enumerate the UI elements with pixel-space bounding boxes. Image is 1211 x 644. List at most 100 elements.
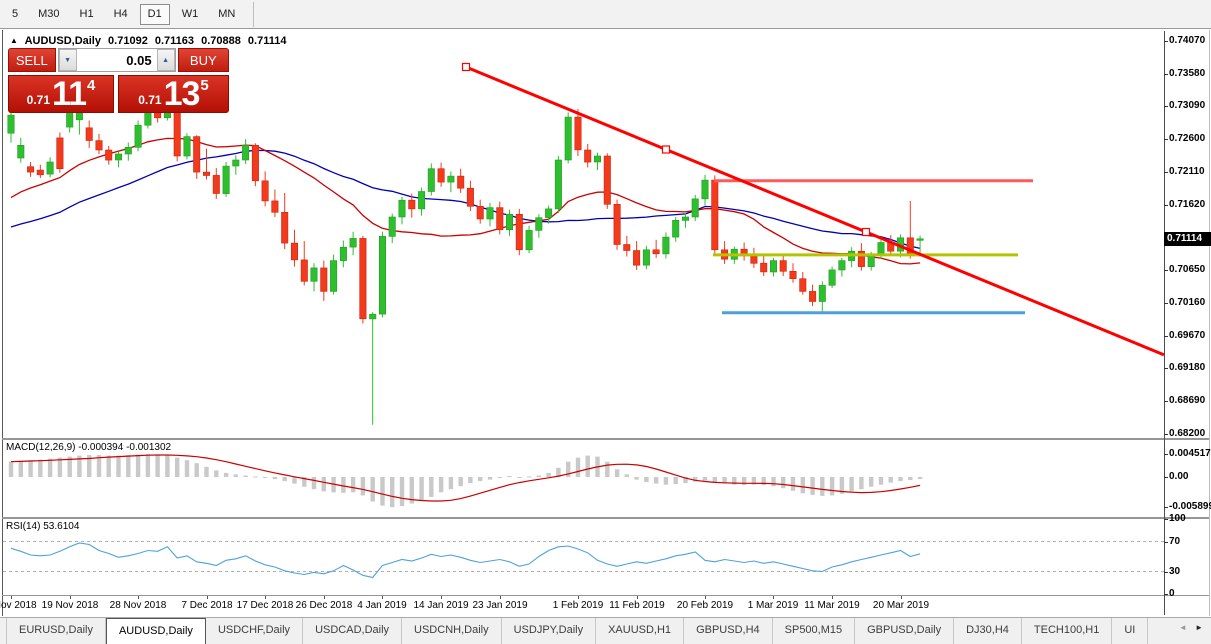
buy-button[interactable]: BUY (177, 48, 229, 72)
macd-histogram-bar (458, 477, 463, 487)
candle (662, 232, 670, 259)
candle-body (378, 236, 386, 315)
date-tick-mark (324, 596, 325, 599)
macd-histogram-bar (712, 477, 717, 483)
tab-scroll-left-icon[interactable]: ◄ (1179, 623, 1187, 632)
candle-body (652, 249, 660, 255)
macd-histogram-bar (399, 477, 405, 507)
candle-body (232, 159, 240, 167)
pane-divider[interactable] (2, 517, 1209, 519)
candle-body (750, 255, 758, 264)
timeframe-button-h1[interactable]: H1 (72, 4, 102, 25)
macd-histogram-bar (448, 477, 454, 490)
tab-eurusd-daily[interactable]: EURUSD,Daily (6, 618, 106, 644)
axis-tick-mark (1164, 542, 1168, 543)
sell-price-tile[interactable]: 0.71 11 4 (8, 75, 114, 113)
candle-body (359, 238, 367, 320)
pane-divider[interactable] (2, 438, 1209, 440)
candle (603, 153, 611, 209)
buy-price-tile[interactable]: 0.71 13 5 (118, 75, 229, 113)
volume-decrease-button[interactable]: ▼ (58, 49, 77, 71)
date-tick-mark (382, 596, 383, 599)
tab-gbpusd-daily[interactable]: GBPUSD,Daily (855, 618, 955, 644)
candle (525, 225, 533, 254)
macd-histogram-bar (429, 477, 434, 497)
candle-body (769, 260, 777, 273)
tab-tech100-h1[interactable]: TECH100,H1 (1022, 618, 1113, 644)
timeframe-button-m30[interactable]: M30 (30, 4, 67, 25)
tab-xauusd-h1[interactable]: XAUUSD,H1 (596, 618, 685, 644)
candle-body (427, 168, 435, 192)
candle (173, 108, 181, 162)
tab-dj30-h4[interactable]: DJ30,H4 (954, 618, 1022, 644)
candle (359, 235, 367, 324)
macd-histogram-bar (644, 477, 649, 483)
axis-tick-mark (1164, 594, 1168, 595)
candle-body (320, 267, 328, 292)
macd-histogram-bar (790, 477, 796, 491)
candle (652, 239, 660, 258)
rsi-tick-label: 100 (1169, 513, 1186, 524)
timeframe-button-h4[interactable]: H4 (106, 4, 136, 25)
axis-tick-mark (1164, 477, 1168, 478)
trendline-handle[interactable] (461, 62, 471, 72)
volume-increase-button[interactable]: ▲ (156, 49, 175, 71)
timeframe-button-5[interactable]: 5 (4, 4, 26, 25)
macd-histogram-bar (526, 476, 532, 478)
tab-scroll-right-icon[interactable]: ► (1195, 623, 1203, 632)
macd-histogram-bar (810, 477, 815, 495)
axis-tick-mark (1164, 454, 1168, 455)
macd-histogram-bar (634, 477, 639, 480)
candle-body (711, 179, 719, 251)
trendline-handle[interactable] (661, 145, 671, 154)
sell-price-prefix: 0.71 (26, 93, 51, 107)
collapse-icon[interactable]: ▲ (10, 36, 18, 45)
date-tick-mark (578, 596, 579, 599)
macd-histogram-bar (106, 455, 111, 477)
candle (848, 247, 856, 268)
pane-divider (2, 595, 1209, 596)
candle (330, 254, 338, 295)
macd-histogram-bar (204, 466, 209, 477)
tab-sp500-m15[interactable]: SP500,M15 (773, 618, 856, 644)
timeframe-button-mn[interactable]: MN (210, 4, 243, 25)
candle-body (760, 262, 768, 273)
candle-body (603, 155, 611, 205)
candle-body (505, 214, 513, 231)
timeframe-button-w1[interactable]: W1 (174, 4, 207, 25)
date-tick-mark (138, 596, 139, 599)
rsi-indicator-pane[interactable] (3, 519, 1164, 595)
trendline-handle[interactable] (861, 227, 871, 237)
tab-ui[interactable]: UI (1112, 618, 1149, 644)
candle-body (701, 179, 709, 200)
rsi-line (10, 542, 921, 579)
candle (281, 192, 289, 250)
date-tick-label: 23 Jan 2019 (472, 600, 528, 611)
volume-input[interactable]: 0.05 (76, 49, 157, 71)
tab-usdcnh-daily[interactable]: USDCNH,Daily (402, 618, 502, 644)
timeframe-button-d1[interactable]: D1 (139, 3, 170, 25)
macd-histogram-bar (321, 477, 326, 492)
price-tick-label: 0.74070 (1169, 35, 1206, 46)
sell-button[interactable]: SELL (8, 48, 56, 72)
tab-usdcad-daily[interactable]: USDCAD,Daily (303, 618, 403, 644)
macd-indicator-pane[interactable] (3, 440, 1164, 517)
tab-usdjpy-daily[interactable]: USDJPY,Daily (502, 618, 597, 644)
symbol-tab-bar: EURUSD,Daily AUDUSD,Daily USDCHF,Daily USDC… (0, 617, 1211, 644)
macd-histogram-bar (653, 477, 659, 484)
candle (545, 205, 553, 224)
candle (584, 143, 592, 168)
candle-body (281, 212, 289, 244)
candle (535, 214, 543, 238)
sell-price-big: 11 (52, 74, 87, 113)
tab-audusd-daily[interactable]: AUDUSD,Daily (105, 618, 206, 644)
macd-histogram-bar (917, 477, 923, 479)
candle-body (584, 149, 592, 163)
macd-histogram-bar (800, 477, 805, 494)
tab-usdchf-daily[interactable]: USDCHF,Daily (206, 618, 304, 644)
tab-gbpusd-h4[interactable]: GBPUSD,H4 (684, 618, 773, 644)
candle (789, 263, 797, 283)
ohlc-low: 0.70888 (201, 35, 241, 47)
macd-histogram-bar (233, 474, 238, 477)
candle (427, 163, 435, 196)
